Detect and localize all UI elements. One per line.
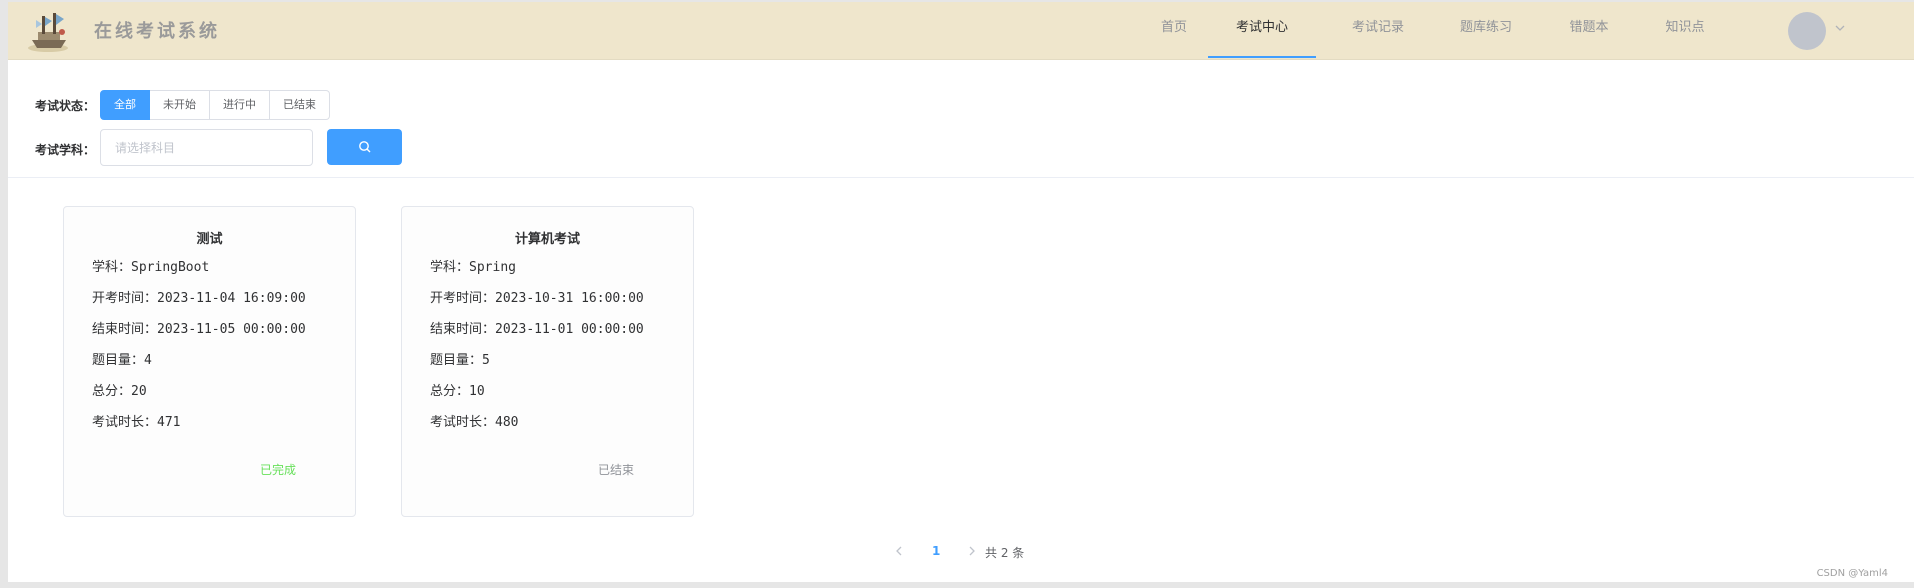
nav-item-exam-center[interactable]: 考试中心 (1208, 2, 1316, 58)
exam-duration-label: 考试时长： (92, 415, 158, 430)
exam-score-row: 总分：20 (92, 380, 147, 399)
exam-subject-row: 学科：Spring (430, 256, 516, 275)
exam-card[interactable]: 计算机考试 学科：Spring 开考时间：2023-10-31 16:00:00… (401, 206, 694, 517)
nav-item-knowledge[interactable]: 知识点 (1638, 2, 1732, 58)
exam-subject-label: 学科： (430, 260, 470, 275)
exam-count-label: 题目量： (92, 353, 145, 368)
nav-item-exam-records[interactable]: 考试记录 (1324, 2, 1432, 58)
exam-start-row: 开考时间：2023-10-31 16:00:00 (430, 287, 644, 306)
status-option-all[interactable]: 全部 (100, 90, 150, 120)
exam-end-label: 结束时间： (92, 322, 158, 337)
chevron-down-icon[interactable] (1832, 20, 1848, 36)
exam-end-row: 结束时间：2023-11-01 00:00:00 (430, 318, 644, 337)
exam-subject-value: SpringBoot (131, 260, 210, 275)
exam-start-label: 开考时间： (92, 291, 158, 306)
exam-duration-row: 考试时长：471 (92, 411, 181, 430)
exam-status-badge: 已结束 (598, 463, 635, 477)
nav-item-wrong-book[interactable]: 错题本 (1540, 2, 1638, 58)
exam-card-title: 测试 (196, 232, 223, 247)
pagination-current-page[interactable]: 1 (932, 544, 940, 560)
exam-duration-value: 480 (495, 415, 519, 430)
nav-item-home[interactable]: 首页 (1148, 2, 1200, 58)
chevron-right-icon[interactable] (966, 545, 978, 557)
status-option-in-progress[interactable]: 进行中 (210, 90, 270, 120)
exam-start-row: 开考时间：2023-11-04 16:09:00 (92, 287, 306, 306)
exam-score-row: 总分：10 (430, 380, 485, 399)
search-button[interactable] (327, 129, 402, 165)
exam-duration-row: 考试时长：480 (430, 411, 519, 430)
exam-subject-label: 学科： (92, 260, 132, 275)
exam-subject-value: Spring (469, 260, 516, 275)
status-option-not-started[interactable]: 未开始 (150, 90, 210, 120)
exam-card-title: 计算机考试 (514, 232, 580, 247)
exam-count-value: 4 (144, 353, 152, 368)
exam-start-value: 2023-11-04 16:09:00 (157, 291, 306, 306)
top-header: 在线考试系统 首页 考试中心 考试记录 题库练习 错题本 知识点 (8, 2, 1914, 60)
exam-end-value: 2023-11-05 00:00:00 (157, 322, 306, 337)
exam-score-value: 10 (469, 384, 485, 399)
chevron-left-icon[interactable] (893, 545, 905, 557)
status-filter-group: 全部 未开始 进行中 已结束 (100, 90, 330, 120)
subject-filter-label: 考试学科： (35, 143, 96, 157)
app-brand-title: 在线考试系统 (94, 21, 220, 42)
exam-score-value: 20 (131, 384, 147, 399)
exam-end-label: 结束时间： (430, 322, 496, 337)
exam-count-value: 5 (482, 353, 490, 368)
section-divider (8, 177, 1914, 178)
exam-start-label: 开考时间： (430, 291, 496, 306)
watermark-text: CSDN @Yaml4 (1816, 568, 1888, 579)
exam-end-row: 结束时间：2023-11-05 00:00:00 (92, 318, 306, 337)
exam-status-badge: 已完成 (260, 463, 297, 477)
exam-count-label: 题目量： (430, 353, 483, 368)
ship-logo-icon (28, 13, 68, 52)
pagination-total: 共 2 条 (985, 546, 1025, 560)
exam-score-label: 总分： (92, 384, 132, 399)
exam-count-row: 题目量：5 (430, 349, 490, 368)
user-avatar[interactable] (1788, 12, 1826, 50)
exam-start-value: 2023-10-31 16:00:00 (495, 291, 644, 306)
exam-count-row: 题目量：4 (92, 349, 152, 368)
exam-end-value: 2023-11-01 00:00:00 (495, 322, 644, 337)
nav-item-question-practice[interactable]: 题库练习 (1432, 2, 1540, 58)
subject-select-input[interactable] (100, 129, 313, 166)
status-option-ended[interactable]: 已结束 (270, 90, 330, 120)
exam-subject-row: 学科：SpringBoot (92, 256, 209, 275)
exam-duration-value: 471 (157, 415, 181, 430)
exam-card[interactable]: 测试 学科：SpringBoot 开考时间：2023-11-04 16:09:0… (63, 206, 356, 517)
status-filter-label: 考试状态： (35, 99, 96, 113)
exam-duration-label: 考试时长： (430, 415, 496, 430)
search-icon (358, 141, 370, 153)
exam-score-label: 总分： (430, 384, 470, 399)
